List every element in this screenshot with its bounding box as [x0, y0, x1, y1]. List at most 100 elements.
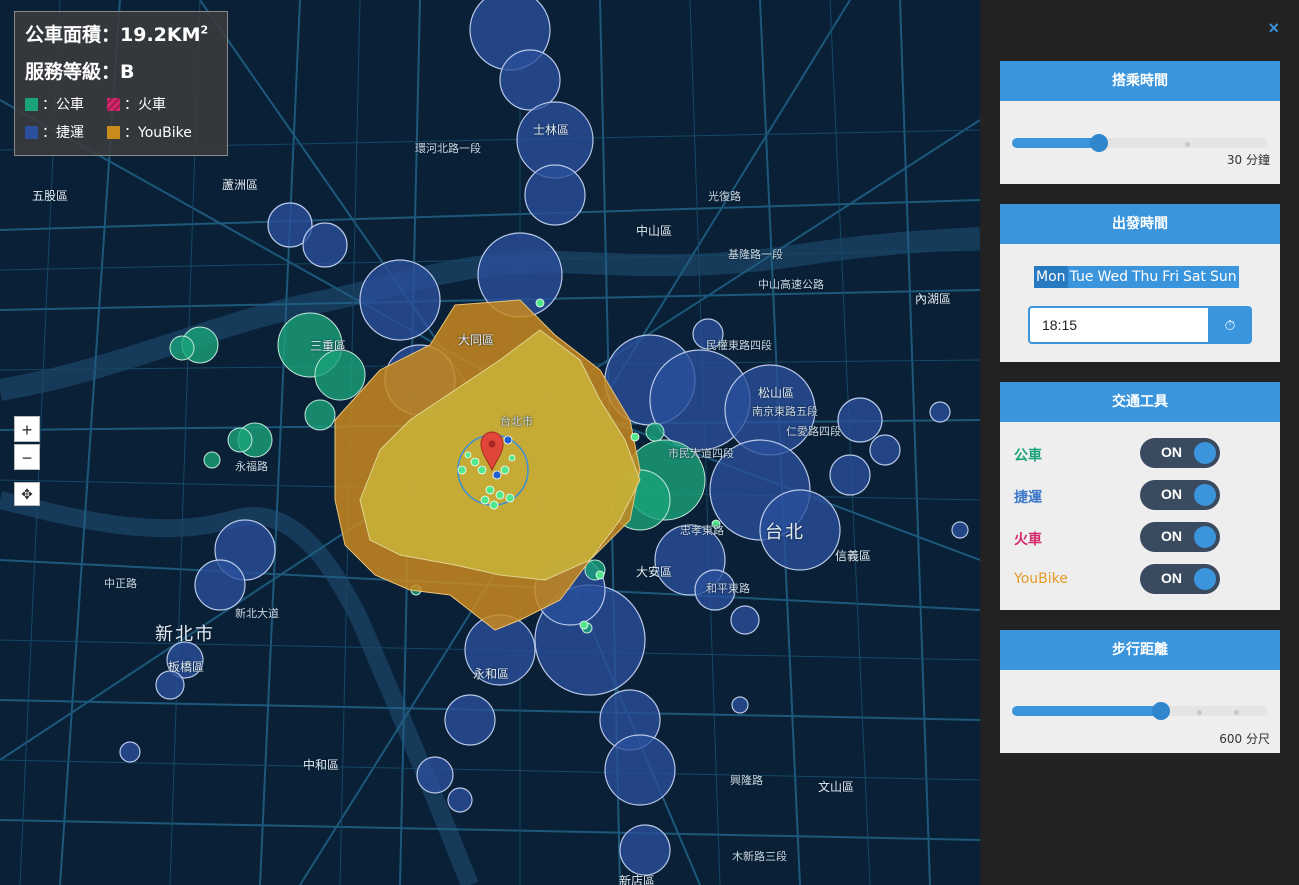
map-label: 忠孝東路 — [680, 524, 724, 537]
area-unit-exponent: 2 — [200, 23, 209, 37]
legend-item-mrt: ：捷運 — [25, 122, 107, 142]
map-label: 基隆路一段 — [728, 248, 783, 261]
map-label: 新北大道 — [235, 607, 279, 620]
mrt-swatch — [25, 125, 38, 139]
mode-label-train: 火車 — [1014, 532, 1042, 548]
mode-row-train: 火車 ON — [1014, 522, 1274, 552]
ride-time-value: 30 分鐘 — [1226, 153, 1270, 167]
toggle-knob — [1194, 568, 1216, 590]
slider-tick — [1234, 710, 1239, 715]
train-swatch — [107, 97, 120, 111]
toggle-state: ON — [1161, 570, 1182, 586]
area-line: 公車面積：19.2KM2 — [25, 20, 217, 47]
map-label: 新北市 — [155, 624, 215, 645]
map-label: 士林區 — [533, 123, 570, 137]
bus-toggle[interactable]: ON — [1140, 438, 1220, 468]
toggle-knob — [1194, 484, 1216, 506]
map-label: 台北 — [765, 522, 805, 543]
clock-icon[interactable]: ⏱ — [1208, 306, 1252, 344]
zoom-out-button[interactable]: − — [14, 444, 40, 470]
mode-row-mrt: 捷運 ON — [1014, 480, 1274, 510]
service-level-label: 服務等級： — [25, 61, 121, 83]
map-label: 木新路三段 — [732, 850, 787, 863]
map-label: 永福路 — [235, 460, 268, 473]
locate-icon[interactable]: ✥ — [14, 482, 40, 506]
map-label: 板橋區 — [168, 660, 205, 674]
day-wed[interactable]: Wed — [1095, 266, 1130, 288]
mrt-toggle[interactable]: ON — [1140, 480, 1220, 510]
area-label: 公車面積： — [25, 24, 121, 46]
legend-item-bus: ：公車 — [25, 94, 107, 114]
map-label: 大同區 — [458, 333, 495, 347]
zoom-in-button[interactable]: + — [14, 416, 40, 442]
day-tue[interactable]: Tue — [1067, 266, 1096, 288]
legend: ：公車 ：火車 ：捷運 ：YouBike — [25, 94, 217, 142]
service-level-line: 服務等級：B — [25, 57, 217, 84]
ride-time-title: 搭乘時間 — [1000, 61, 1280, 101]
walk-distance-value: 600 分尺 — [1219, 732, 1270, 746]
toggle-state: ON — [1161, 444, 1182, 460]
youbike-toggle[interactable]: ON — [1140, 564, 1220, 594]
legend-item-train: ：火車 — [107, 94, 217, 114]
map-label: 興隆路 — [730, 774, 763, 787]
map-label: 內湖區 — [915, 292, 952, 306]
close-icon[interactable]: × — [1268, 18, 1279, 39]
legend-label: ：公車 — [42, 97, 84, 113]
mrt-station-marker — [492, 470, 502, 480]
map-label: 市民大道四段 — [668, 447, 734, 460]
toggle-knob — [1194, 442, 1216, 464]
map-label: 中山高速公路 — [758, 278, 824, 291]
legend-item-youbike: ：YouBike — [107, 122, 217, 142]
map-label: 中正路 — [104, 577, 137, 590]
depart-panel: 出發時間 Mon Tue Wed Thu Fri Sat Sun 18:15 ⏱ — [1000, 204, 1280, 362]
legend-label: ：捷運 — [42, 125, 84, 141]
weekday-selector: Mon Tue Wed Thu Fri Sat Sun — [1034, 266, 1239, 288]
legend-label: ：火車 — [124, 97, 166, 113]
walk-distance-slider[interactable] — [1012, 700, 1268, 720]
map-label: 和平東路 — [706, 582, 750, 595]
slider-fill — [1012, 706, 1162, 716]
map-label: 信義區 — [835, 549, 872, 563]
map-label: 永和區 — [473, 667, 510, 681]
toggle-state: ON — [1161, 486, 1182, 502]
mode-row-youbike: YouBike ON — [1014, 564, 1274, 594]
map-label: 五股區 — [32, 189, 69, 203]
toggle-state: ON — [1161, 528, 1182, 544]
toggle-knob — [1194, 526, 1216, 548]
slider-handle[interactable] — [1152, 702, 1170, 720]
ride-time-panel: 搭乘時間 30 分鐘 — [1000, 61, 1280, 184]
legend-label: ：YouBike — [124, 125, 192, 141]
map-label: 光復路 — [708, 190, 741, 203]
walk-distance-panel: 步行距離 600 分尺 — [1000, 630, 1280, 753]
transport-title: 交通工具 — [1000, 382, 1280, 422]
day-thu[interactable]: Thu — [1129, 266, 1161, 288]
day-sat[interactable]: Sat — [1180, 266, 1208, 288]
depart-time-input[interactable]: 18:15 — [1028, 306, 1208, 344]
day-mon[interactable]: Mon — [1034, 266, 1068, 288]
map-label: 南京東路五段 — [752, 405, 818, 418]
transport-panel: 交通工具 公車 ON 捷運 ON 火車 ON YouBike ON — [1000, 382, 1280, 610]
map-label: 大安區 — [636, 565, 673, 579]
map-label: 仁愛路四段 — [786, 425, 841, 438]
slider-tick — [1197, 710, 1202, 715]
coverage-info-panel: 公車面積：19.2KM2 服務等級：B ：公車 ：火車 ：捷運 ：YouBike — [14, 11, 228, 156]
map-label: 三重區 — [310, 339, 347, 353]
slider-tick — [1185, 142, 1190, 147]
ride-time-slider[interactable] — [1012, 132, 1268, 152]
youbike-swatch — [107, 125, 120, 139]
mrt-station-marker — [503, 435, 513, 445]
map-view[interactable]: 新北市 台北 士林區 大同區 松山區 大安區 信義區 中山區 內湖區 三重區 永… — [0, 0, 980, 885]
mode-label-bus: 公車 — [1014, 448, 1042, 464]
slider-handle[interactable] — [1090, 134, 1108, 152]
day-fri[interactable]: Fri — [1160, 266, 1181, 288]
settings-sidebar: × 搭乘時間 30 分鐘 出發時間 Mon Tue Wed Thu Fri Sa… — [982, 0, 1299, 885]
map-label: 中山區 — [636, 224, 673, 238]
train-toggle[interactable]: ON — [1140, 522, 1220, 552]
map-label: 文山區 — [818, 780, 855, 794]
map-label: 中和區 — [303, 758, 340, 772]
bus-swatch — [25, 97, 38, 111]
map-label: 新店區 — [619, 874, 656, 885]
day-sun[interactable]: Sun — [1207, 266, 1239, 288]
depart-title: 出發時間 — [1000, 204, 1280, 244]
mode-row-bus: 公車 ON — [1014, 438, 1274, 468]
